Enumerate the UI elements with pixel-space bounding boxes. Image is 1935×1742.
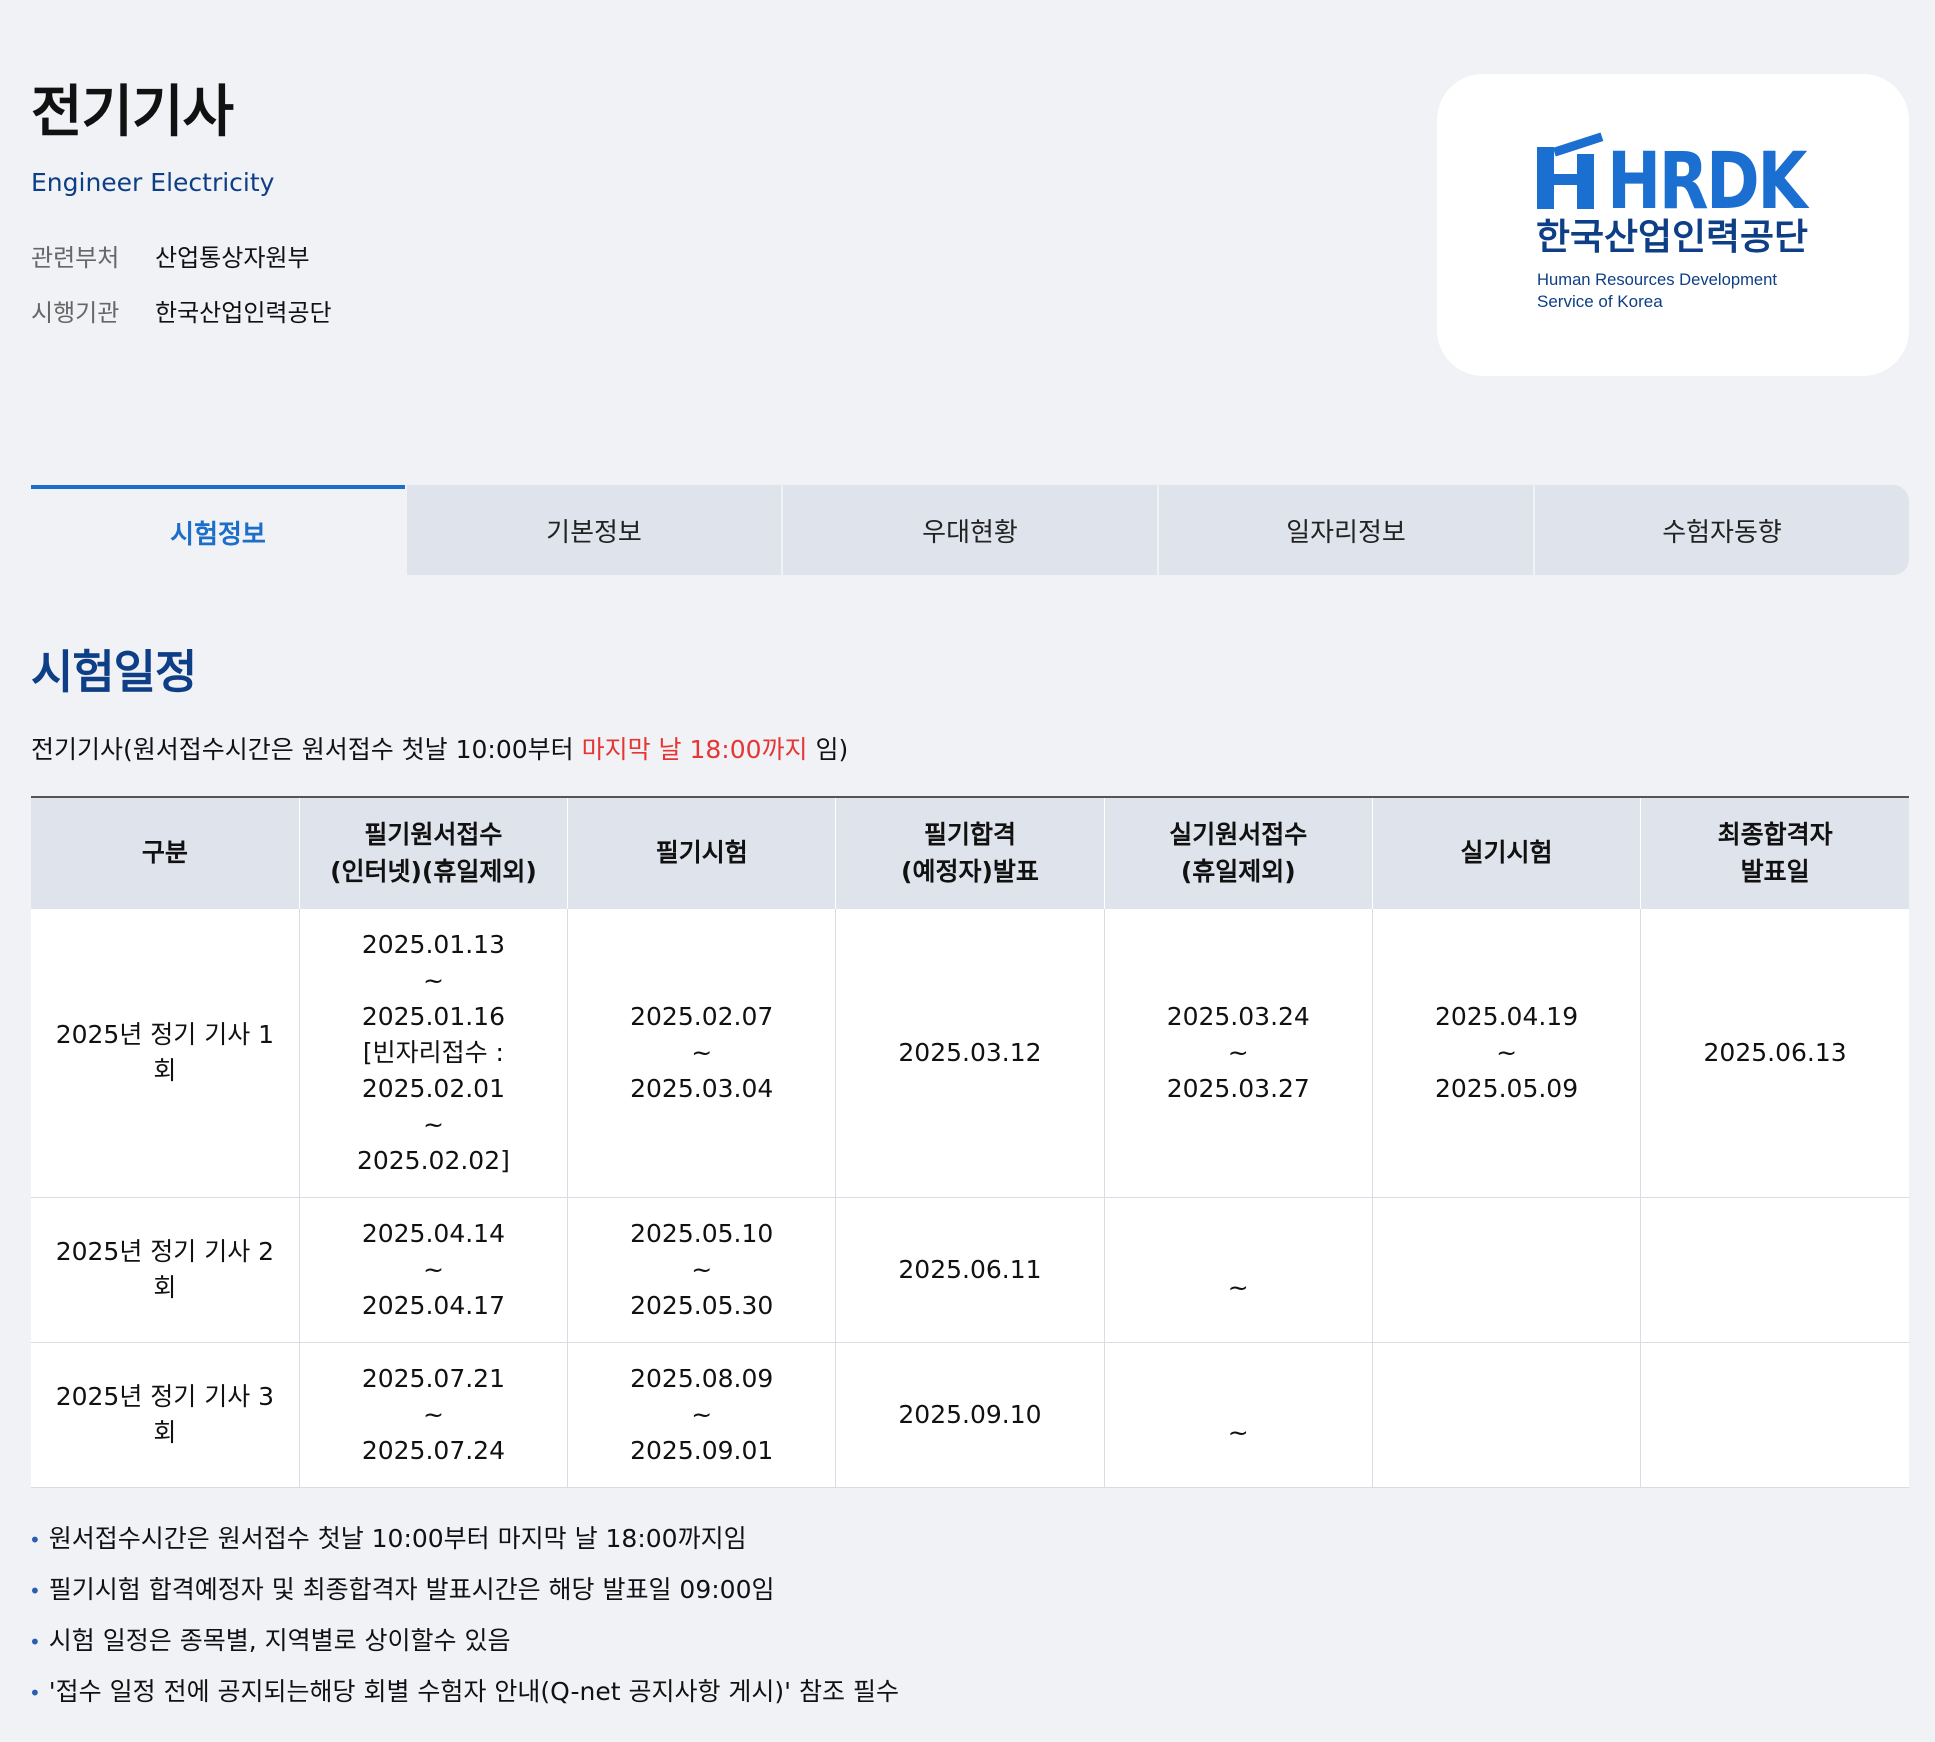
table-row: 2025년 정기 기사 3회 2025.07.21 ~ 2025.07.24 2… [31, 1342, 1909, 1488]
table-row: 2025년 정기 기사 1회 2025.01.13 ~ 2025.01.16 [… [31, 909, 1909, 1198]
header-round: 구분 [31, 797, 300, 909]
table-header-row: 구분 필기원서접수 (인터넷)(휴일제외) 필기시험 필기합격 (예정자)발표 실기… [31, 797, 1909, 909]
practical-exam-cell [1371, 1197, 1641, 1343]
tab-basic-info[interactable]: 기본정보 [407, 485, 781, 575]
final-result-cell [1640, 1197, 1909, 1343]
header-practical-apply: 실기원서접수 (휴일제외) [1103, 797, 1373, 909]
round-cell: 2025년 정기 기사 1회 [31, 909, 300, 1198]
note-item: 필기시험 합격예정자 및 최종합격자 발표시간은 해당 발표일 09:00임 [29, 1571, 899, 1622]
note-item: 원서접수시간은 원서접수 첫날 10:00부터 마지막 날 18:00까지임 [29, 1520, 899, 1571]
practical-exam-cell [1371, 1342, 1641, 1488]
hrdk-logo-icon: HRDK 한국산업인력공단 Human Resources Developmen… [1536, 132, 1813, 311]
tab-exam-info[interactable]: 시험정보 [31, 485, 405, 575]
written-result-cell: 2025.03.12 [835, 909, 1105, 1198]
written-exam-cell: 2025.08.09 ~ 2025.09.01 [567, 1342, 836, 1488]
written-result-cell: 2025.06.11 [835, 1197, 1105, 1343]
page-subtitle: Engineer Electricity [31, 168, 275, 197]
svg-text:Human Resources Development: Human Resources Development [1537, 270, 1777, 289]
header-written-result: 필기합격 (예정자)발표 [835, 797, 1105, 909]
page-title: 전기기사 [31, 80, 234, 145]
header-practical-exam: 실기시험 [1371, 797, 1641, 909]
header-written-apply: 필기원서접수 (인터넷)(휴일제외) [298, 797, 568, 909]
practical-apply-cell: ~ [1103, 1197, 1373, 1343]
intro-text-end: 임) [807, 735, 849, 764]
meta-row-ministry: 관련부처 산업통상자원부 [31, 238, 310, 273]
round-cell: 2025년 정기 기사 2회 [31, 1197, 300, 1343]
section-title: 시험일정 [31, 645, 197, 699]
tab-preference-status[interactable]: 우대현황 [783, 485, 1157, 575]
tab-bar: 시험정보 기본정보 우대현황 일자리정보 수험자동향 [31, 485, 1909, 575]
header-written-exam: 필기시험 [567, 797, 836, 909]
svg-text:HRDK: HRDK [1607, 137, 1810, 227]
written-exam-cell: 2025.02.07 ~ 2025.03.04 [567, 909, 836, 1198]
tab-examinee-trends[interactable]: 수험자동향 [1535, 485, 1909, 575]
meta-label: 시행기관 [31, 299, 120, 327]
written-exam-cell: 2025.05.10 ~ 2025.05.30 [567, 1197, 836, 1343]
round-cell: 2025년 정기 기사 3회 [31, 1342, 300, 1488]
meta-label: 관련부처 [31, 244, 120, 272]
written-apply-cell: 2025.01.13 ~ 2025.01.16 [빈자리접수 : 2025.02… [298, 909, 568, 1198]
note-item: '접수 일정 전에 공지되는해당 회별 수험자 안내(Q-net 공지사항 게시… [29, 1673, 899, 1724]
exam-schedule-table: 구분 필기원서접수 (인터넷)(휴일제외) 필기시험 필기합격 (예정자)발표 실기… [31, 796, 1909, 1488]
note-item: 시험 일정은 종목별, 지역별로 상이할수 있음 [29, 1622, 899, 1673]
organization-logo-card: HRDK 한국산업인력공단 Human Resources Developmen… [1437, 74, 1909, 376]
header-final-result: 최종합격자 발표일 [1640, 797, 1909, 909]
table-row: 2025년 정기 기사 2회 2025.04.14 ~ 2025.04.17 2… [31, 1197, 1909, 1343]
svg-text:한국산업인력공단: 한국산업인력공단 [1536, 217, 1808, 258]
intro-text: 전기기사(원서접수시간은 원서접수 첫날 10:00부터 [31, 735, 582, 764]
meta-value: 산업통상자원부 [155, 244, 310, 272]
schedule-notes: 원서접수시간은 원서접수 첫날 10:00부터 마지막 날 18:00까지임 필… [29, 1520, 899, 1724]
final-result-cell [1640, 1342, 1909, 1488]
intro-highlight: 마지막 날 18:00까지 [581, 735, 808, 764]
practical-apply-cell: ~ [1103, 1342, 1373, 1488]
schedule-intro: 전기기사(원서접수시간은 원서접수 첫날 10:00부터 마지막 날 18:00… [31, 730, 848, 766]
meta-row-agency: 시행기관 한국산업인력공단 [31, 293, 332, 328]
written-apply-cell: 2025.07.21 ~ 2025.07.24 [298, 1342, 568, 1488]
written-apply-cell: 2025.04.14 ~ 2025.04.17 [298, 1197, 568, 1343]
svg-text:Service of Korea: Service of Korea [1537, 292, 1663, 311]
practical-apply-cell: 2025.03.24 ~ 2025.03.27 [1103, 909, 1373, 1198]
final-result-cell: 2025.06.13 [1640, 909, 1909, 1198]
tab-job-info[interactable]: 일자리정보 [1159, 485, 1533, 575]
written-result-cell: 2025.09.10 [835, 1342, 1105, 1488]
meta-value: 한국산업인력공단 [155, 299, 332, 327]
practical-exam-cell: 2025.04.19 ~ 2025.05.09 [1371, 909, 1641, 1198]
hrdk-wordmark-icon: HRDK [1537, 132, 1813, 227]
